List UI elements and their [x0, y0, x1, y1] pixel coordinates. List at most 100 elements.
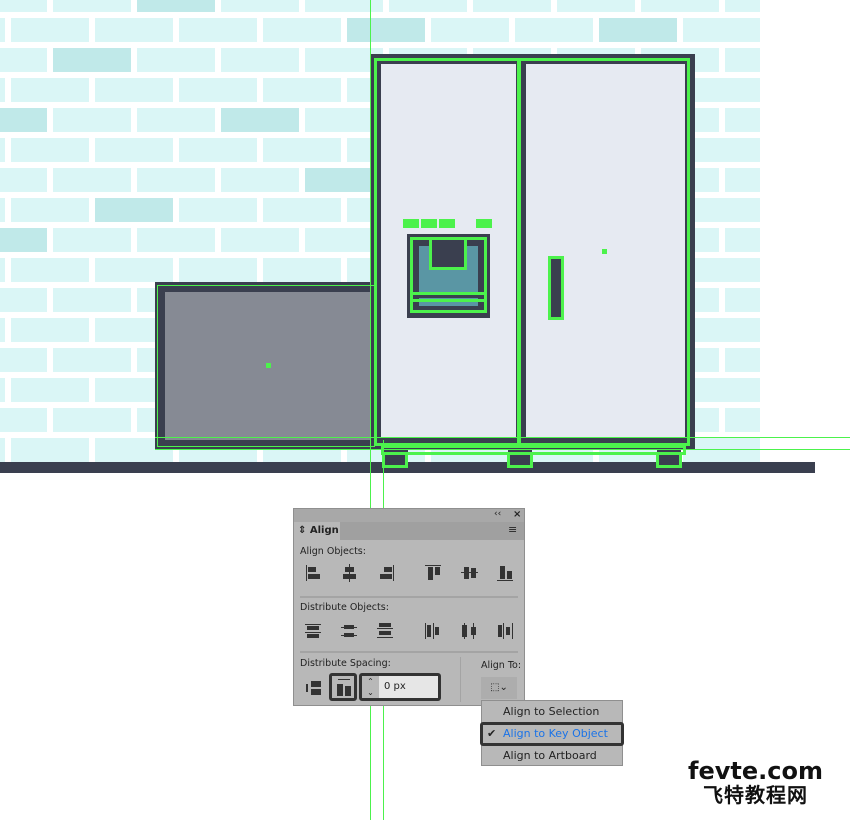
brick	[221, 108, 299, 132]
align-center-v-icon[interactable]	[460, 564, 480, 582]
brick	[137, 48, 215, 72]
align-panel: ‹‹ × ⇕ Align ≡ Align Objects: Distribute…	[293, 508, 525, 706]
distribute-left-icon[interactable]	[424, 622, 444, 640]
collapse-icon[interactable]: ‹‹	[494, 509, 501, 519]
brick	[0, 408, 47, 432]
brick	[221, 0, 299, 12]
brick	[0, 0, 47, 12]
align-to-dropdown[interactable]: ⬚⌄	[481, 677, 517, 699]
brick	[0, 168, 47, 192]
distribute-right-icon[interactable]	[496, 622, 516, 640]
align-bottom-icon[interactable]	[496, 564, 516, 582]
distribute-bottom-icon[interactable]	[376, 622, 396, 640]
brick	[137, 0, 215, 12]
menu-item-align-to-selection[interactable]: Align to Selection	[482, 701, 622, 723]
close-icon[interactable]: ×	[513, 509, 521, 520]
brick	[263, 78, 341, 102]
brick	[179, 198, 257, 222]
tab-label: Align	[309, 525, 339, 536]
brick	[221, 48, 299, 72]
brick	[53, 348, 131, 372]
brick	[11, 258, 89, 282]
menu-item-align-to-key-object[interactable]: ✔ Align to Key Object	[480, 722, 624, 746]
brick	[53, 0, 131, 12]
distribute-top-icon[interactable]	[304, 622, 324, 640]
brick	[725, 48, 760, 72]
brick	[53, 228, 131, 252]
brick	[389, 0, 467, 12]
distribute-center-h-icon[interactable]	[460, 622, 480, 640]
brick	[53, 48, 131, 72]
brick	[0, 18, 5, 42]
brick	[11, 438, 89, 462]
brick	[0, 348, 47, 372]
align-objects-label: Align Objects:	[300, 546, 366, 557]
checkmark-icon: ✔	[487, 727, 497, 740]
brick	[725, 168, 760, 192]
brick	[515, 18, 593, 42]
brick	[53, 408, 131, 432]
brick	[305, 0, 383, 12]
brick	[179, 258, 257, 282]
align-top-icon[interactable]	[424, 564, 444, 582]
brick	[0, 138, 5, 162]
menu-item-label: Align to Key Object	[503, 727, 608, 740]
brick	[0, 228, 47, 252]
brick	[11, 318, 89, 342]
brick	[0, 198, 5, 222]
align-left-icon[interactable]	[304, 564, 324, 582]
brick	[137, 228, 215, 252]
brick	[0, 48, 47, 72]
distribute-center-v-icon[interactable]	[340, 622, 360, 640]
horizontal-distribute-space-button[interactable]	[329, 673, 357, 701]
brick	[11, 198, 89, 222]
brick	[179, 78, 257, 102]
menu-item-align-to-artboard[interactable]: Align to Artboard	[482, 745, 622, 767]
align-to-label: Align To:	[481, 660, 522, 671]
brick	[725, 288, 760, 312]
brick	[95, 18, 173, 42]
watermark-logo: fevte.com 飞特教程网	[688, 757, 823, 807]
brick	[53, 108, 131, 132]
brick	[11, 18, 89, 42]
brick	[0, 318, 5, 342]
brick	[347, 18, 425, 42]
brick	[725, 108, 760, 132]
brick	[53, 168, 131, 192]
brick	[0, 378, 5, 402]
brick	[431, 18, 509, 42]
brick	[11, 378, 89, 402]
align-center-h-icon[interactable]	[340, 564, 360, 582]
brick	[263, 198, 341, 222]
spacing-input[interactable]: ⌃ ⌄ 0 px	[359, 673, 441, 701]
brick	[0, 288, 47, 312]
brick	[137, 168, 215, 192]
vertical-distribute-space-icon[interactable]	[304, 679, 324, 697]
brick	[137, 108, 215, 132]
brick	[95, 258, 173, 282]
brick	[599, 18, 677, 42]
tab-align[interactable]: ⇕ Align	[294, 522, 340, 540]
brick	[473, 0, 551, 12]
menu-icon[interactable]: ≡	[508, 523, 517, 536]
distribute-spacing-label: Distribute Spacing:	[300, 658, 391, 669]
stepper-icon[interactable]: ⌃ ⌄	[362, 676, 379, 698]
align-right-icon[interactable]	[376, 564, 396, 582]
brick	[95, 138, 173, 162]
brick	[0, 108, 47, 132]
brick	[11, 78, 89, 102]
brick	[179, 138, 257, 162]
brick	[557, 0, 635, 12]
brick	[683, 18, 760, 42]
brick	[95, 78, 173, 102]
brick	[0, 438, 5, 462]
brick	[179, 18, 257, 42]
align-to-menu: Align to Selection ✔ Align to Key Object …	[480, 700, 624, 767]
spacing-value: 0 px	[384, 681, 406, 692]
brick	[11, 138, 89, 162]
brick	[725, 0, 760, 12]
brick	[221, 168, 299, 192]
brick	[725, 348, 760, 372]
distribute-objects-label: Distribute Objects:	[300, 602, 389, 613]
brick	[641, 0, 719, 12]
